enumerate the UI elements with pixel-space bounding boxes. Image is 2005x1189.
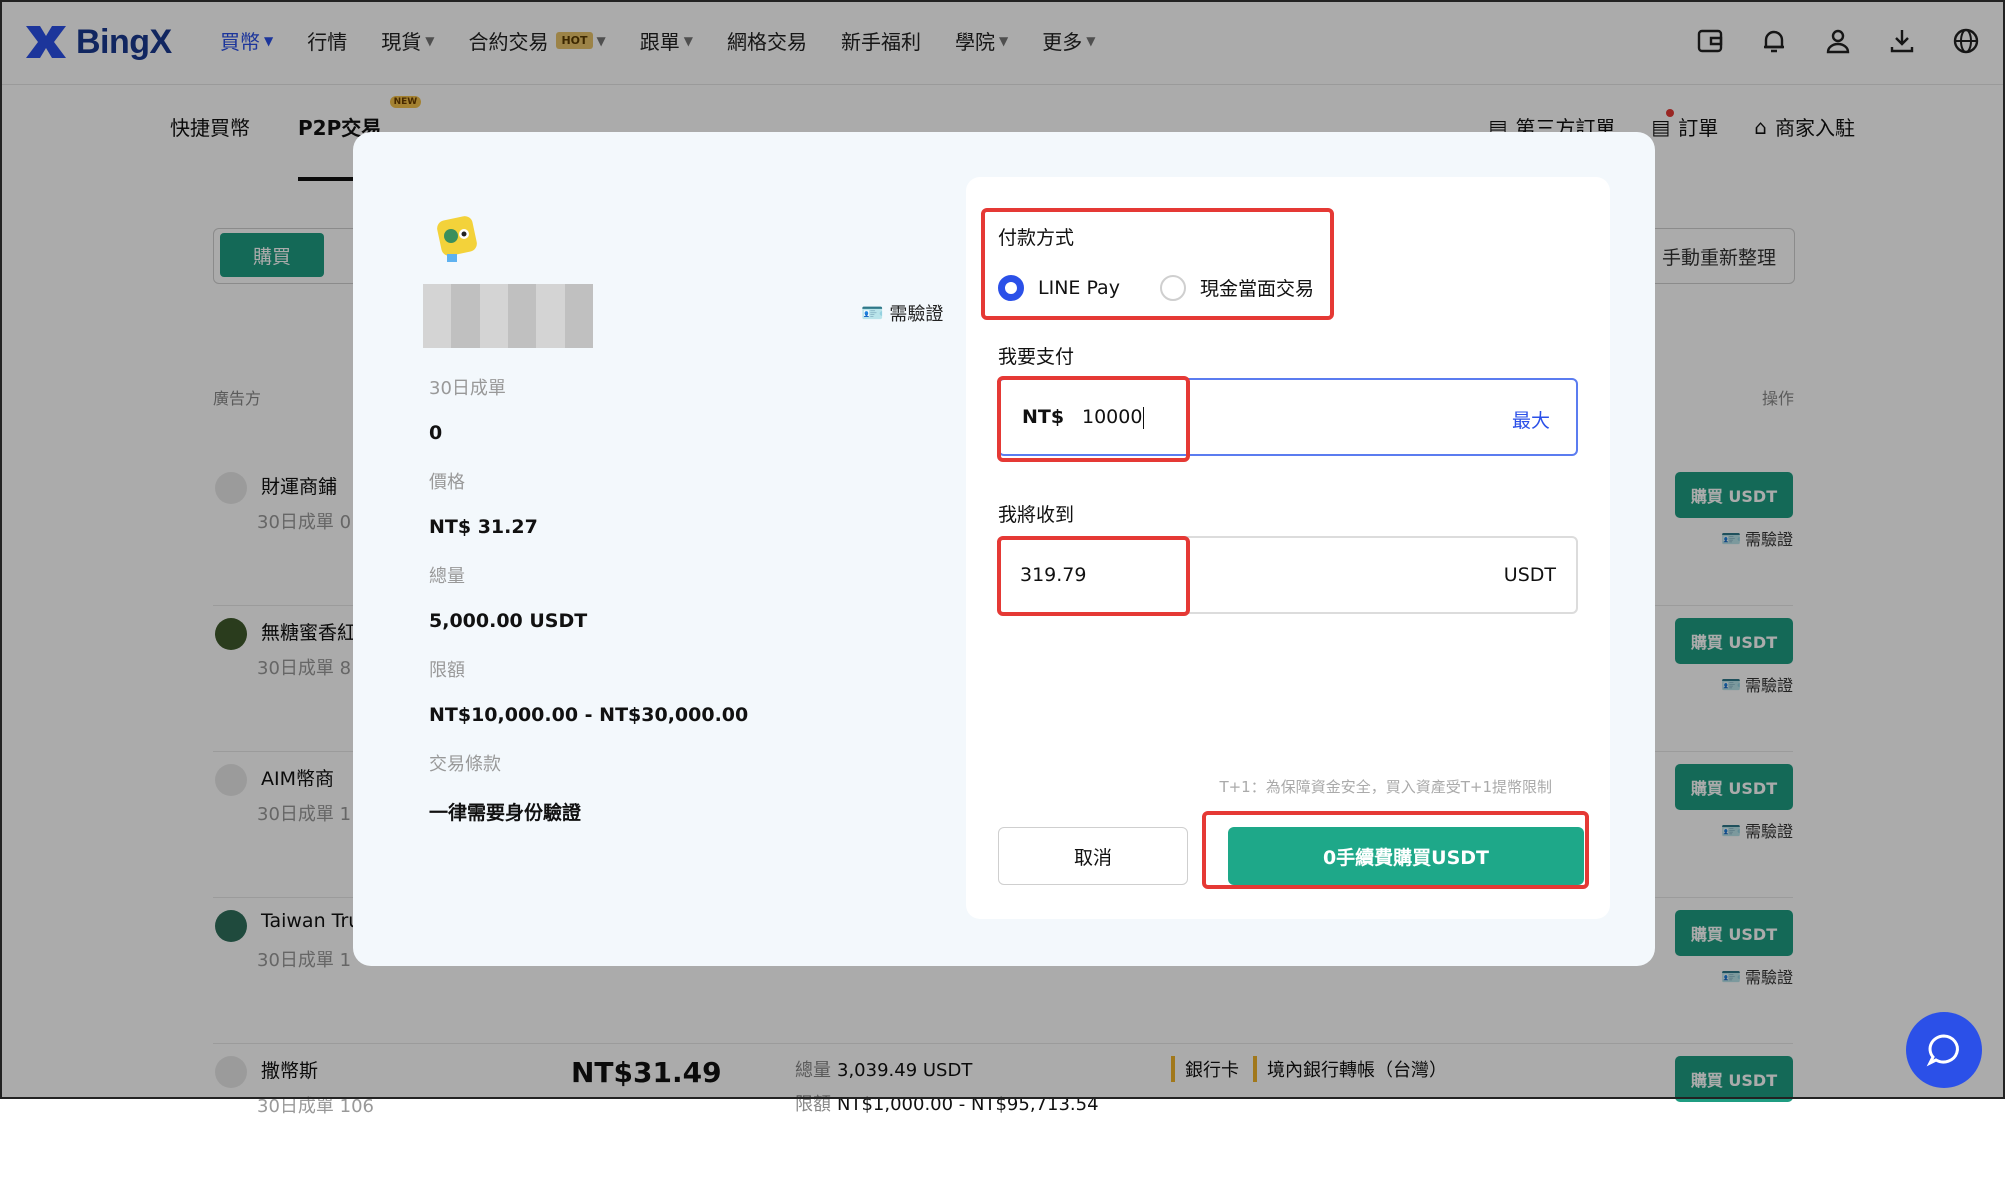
- info-30d-orders: 30日成單 0: [429, 378, 506, 444]
- pay-label: 我要支付: [998, 346, 1075, 368]
- radio-line-pay[interactable]: LINE Pay: [998, 274, 1120, 301]
- info-terms: 交易條款 一律需要身份驗證: [429, 754, 582, 824]
- receive-amount-field[interactable]: 319.79 USDT: [998, 536, 1578, 614]
- id-card-icon: 🪪: [861, 302, 884, 324]
- chat-bubble-icon: [1926, 1034, 1959, 1067]
- order-form: 付款方式 LINE Pay 現金當面交易 我要支付 NT$ 10000 最大 我…: [966, 177, 1610, 919]
- info-price: 價格 NT$ 31.27: [429, 472, 538, 538]
- radio-unselected-icon: [1159, 274, 1186, 301]
- merchant-avatar: [437, 216, 477, 262]
- radio-selected-icon: [998, 274, 1024, 301]
- payment-method-label: 付款方式: [998, 227, 1075, 249]
- receive-unit: USDT: [1503, 564, 1556, 586]
- info-limit: 限額 NT$10,000.00 - NT$30,000.00: [429, 660, 749, 726]
- kyc-required: 🪪 需驗證: [861, 302, 944, 326]
- t1-notice: T+1：為保障資金安全，買入資產受T+1提幣限制: [1219, 778, 1552, 796]
- max-button[interactable]: 最大: [1512, 406, 1550, 433]
- radio-cash-in-person[interactable]: 現金當面交易: [1159, 274, 1314, 301]
- pay-amount-input[interactable]: NT$ 10000 最大: [998, 378, 1578, 456]
- merchant-name-blurred: [423, 284, 593, 348]
- chat-support-button[interactable]: [1906, 1012, 1982, 1088]
- receive-label: 我將收到: [998, 504, 1075, 526]
- confirm-buy-button[interactable]: 0手續費購買USDT: [1228, 827, 1584, 885]
- info-total: 總量 5,000.00 USDT: [429, 566, 588, 632]
- receive-amount-value: 319.79: [1020, 564, 1087, 586]
- ad-details-panel: 🪪 需驗證 30日成單 0 價格 NT$ 31.27 總量 5,000.00 US…: [353, 132, 953, 966]
- pay-amount-value: 10000: [1082, 406, 1145, 429]
- text-cursor: [1143, 406, 1145, 429]
- cancel-button[interactable]: 取消: [998, 827, 1188, 885]
- pay-currency: NT$: [1022, 406, 1065, 428]
- p2p-buy-dialog: 🪪 需驗證 30日成單 0 價格 NT$ 31.27 總量 5,000.00 US…: [353, 132, 1655, 966]
- payment-method-radio-group: LINE Pay 現金當面交易: [998, 274, 1334, 301]
